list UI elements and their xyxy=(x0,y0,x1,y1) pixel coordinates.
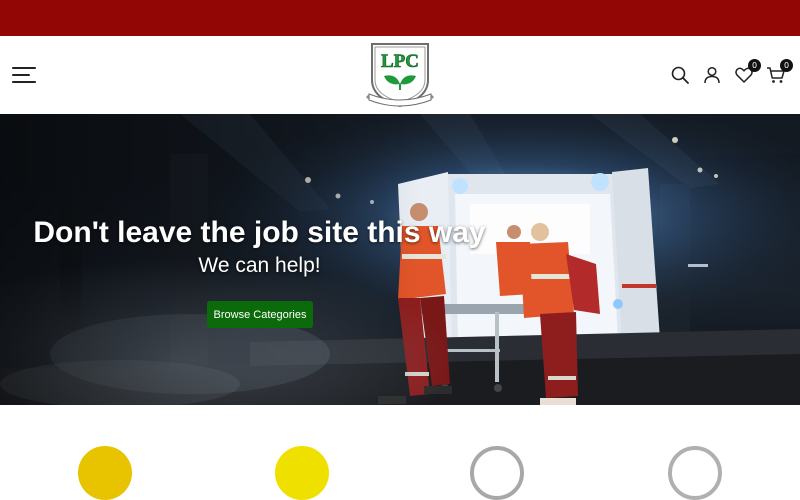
category-circle[interactable] xyxy=(668,446,722,500)
user-icon[interactable] xyxy=(702,65,722,85)
hero-subtitle: We can help! xyxy=(198,254,321,277)
hero-title: Don't leave the job site this way xyxy=(33,216,486,249)
hamburger-menu-icon[interactable] xyxy=(12,67,36,83)
search-icon[interactable] xyxy=(670,65,690,85)
category-circles xyxy=(0,405,800,500)
announcement-bar xyxy=(0,0,800,36)
svg-text:LPC: LPC xyxy=(381,51,419,72)
browse-categories-button[interactable]: Browse Categories xyxy=(207,301,313,328)
category-circle[interactable] xyxy=(78,446,132,500)
category-circle[interactable] xyxy=(470,446,524,500)
cart-button[interactable]: 0 xyxy=(766,59,793,85)
wishlist-count-badge: 0 xyxy=(748,59,761,72)
site-header: LPC 0 0 xyxy=(0,36,800,114)
hero-banner: Don't leave the job site this way We can… xyxy=(0,114,800,405)
site-logo[interactable]: LPC xyxy=(366,40,434,110)
category-circle[interactable] xyxy=(275,446,329,500)
cart-count-badge: 0 xyxy=(780,59,793,72)
wishlist-button[interactable]: 0 xyxy=(734,59,761,85)
header-icons: 0 0 xyxy=(670,59,793,87)
